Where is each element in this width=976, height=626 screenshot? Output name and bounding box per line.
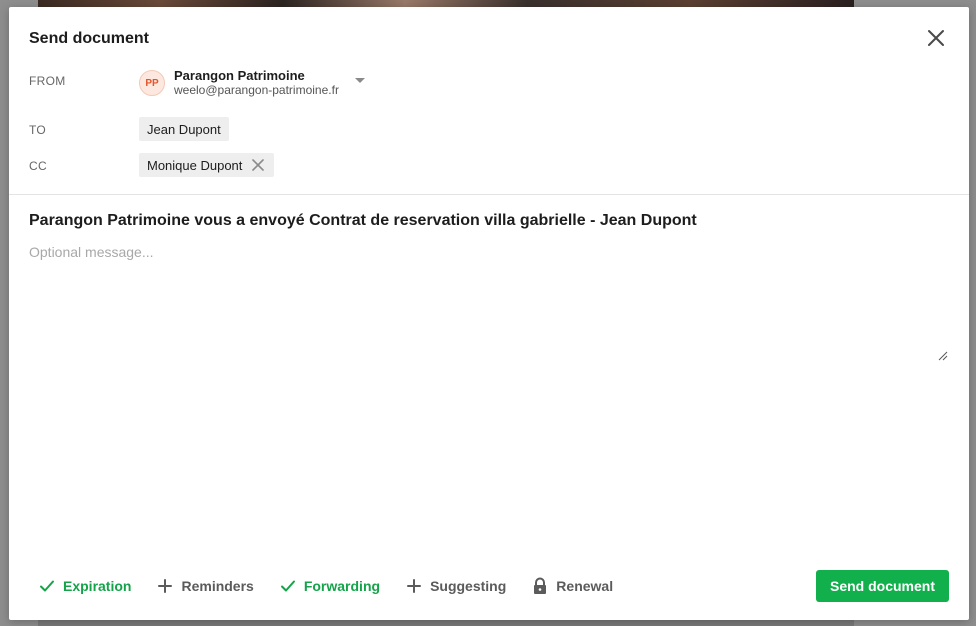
plus-icon <box>157 578 173 594</box>
close-button[interactable] <box>925 27 947 49</box>
to-recipient-chip[interactable]: Jean Dupont <box>139 117 229 141</box>
sender-name: Parangon Patrimoine <box>174 68 305 83</box>
resize-handle-icon[interactable] <box>938 348 948 361</box>
background-document-edge <box>38 620 854 626</box>
check-icon <box>39 578 55 594</box>
sender-email: weelo@parangon-patrimoine.fr <box>174 83 339 97</box>
option-label: Suggesting <box>430 578 507 594</box>
divider <box>9 194 969 195</box>
plus-icon <box>406 578 422 594</box>
sender-info: Parangon Patrimoine weelo@parangon-patri… <box>174 68 339 98</box>
check-icon <box>280 578 296 594</box>
recipient-name: Jean Dupont <box>147 121 221 137</box>
sender-select[interactable]: PP Parangon Patrimoine weelo@parangon-pa… <box>139 68 365 98</box>
option-renewal[interactable]: Renewal <box>532 577 614 594</box>
to-label: TO <box>29 123 47 137</box>
option-reminders[interactable]: Reminders <box>157 578 254 594</box>
send-options: Expiration Reminders Forwarding Suggesti… <box>39 575 639 597</box>
message-subject: Parangon Patrimoine vous a envoyé Contra… <box>29 212 697 229</box>
avatar: PP <box>139 70 165 96</box>
cc-recipient-chip[interactable]: Monique Dupont <box>139 153 275 177</box>
option-suggesting[interactable]: Suggesting <box>406 578 506 594</box>
option-label: Reminders <box>181 578 254 594</box>
message-input[interactable] <box>29 244 949 360</box>
lock-icon <box>532 577 548 594</box>
option-label: Renewal <box>556 578 614 594</box>
recipient-name: Monique Dupont <box>147 157 243 173</box>
chevron-down-icon <box>354 77 365 83</box>
close-icon <box>928 30 944 46</box>
cc-label: CC <box>29 159 47 173</box>
send-document-dialog: Send document FROM PP Parangon Patrimoin… <box>9 7 969 620</box>
remove-recipient-button[interactable] <box>250 157 266 173</box>
send-document-button[interactable]: Send document <box>816 570 949 602</box>
option-label: Expiration <box>63 578 132 594</box>
option-expiration[interactable]: Expiration <box>39 578 131 594</box>
close-icon <box>252 159 265 171</box>
from-label: FROM <box>29 74 66 88</box>
option-label: Forwarding <box>303 578 381 594</box>
option-forwarding[interactable]: Forwarding <box>280 578 380 594</box>
dialog-title: Send document <box>29 30 150 47</box>
